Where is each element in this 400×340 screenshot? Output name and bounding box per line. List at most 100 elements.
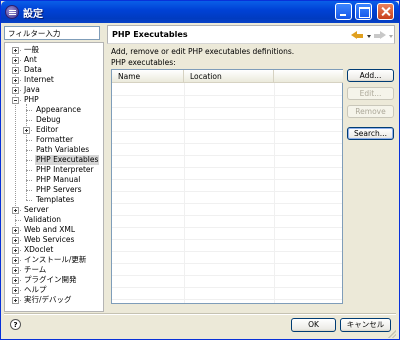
expand-icon[interactable] xyxy=(12,237,19,244)
eclipse-icon xyxy=(5,5,19,19)
tree-item-label: Java xyxy=(24,85,40,94)
edit-button[interactable]: Edit... xyxy=(347,87,394,100)
tree-item[interactable]: PHP Executables xyxy=(5,155,103,165)
search-button[interactable]: Search... xyxy=(347,127,394,140)
add-button[interactable]: Add... xyxy=(347,69,394,82)
table-row xyxy=(112,251,342,252)
tree-item[interactable]: Server xyxy=(5,205,103,215)
expand-icon[interactable] xyxy=(12,277,19,284)
tree-item-label: PHP Interpreter xyxy=(36,165,94,174)
tree-guide-line xyxy=(15,220,21,221)
tree-guide-line xyxy=(26,170,32,171)
table-row xyxy=(112,167,342,168)
tree-item[interactable]: プラグイン開発 xyxy=(5,275,103,285)
tree-item[interactable]: Validation xyxy=(5,215,103,225)
tree-item[interactable]: Ant xyxy=(5,55,103,65)
expand-icon[interactable] xyxy=(12,57,19,64)
expand-icon[interactable] xyxy=(12,267,19,274)
tree-item-label: Data xyxy=(24,65,42,74)
expand-icon[interactable] xyxy=(12,77,19,84)
tree-item[interactable]: Internet xyxy=(5,75,103,85)
forward-arrow-icon[interactable] xyxy=(374,31,386,40)
tree-item[interactable]: チーム xyxy=(5,265,103,275)
remove-button[interactable]: Remove xyxy=(347,105,394,118)
tree-item[interactable]: Data xyxy=(5,65,103,75)
tree-item[interactable]: XDoclet xyxy=(5,245,103,255)
tree-item[interactable]: Templates xyxy=(5,195,103,205)
minimize-button[interactable] xyxy=(335,3,352,20)
tree-guide-line xyxy=(26,180,32,181)
preferences-tree[interactable]: 一般 Ant Data Internet Java PHP Appearance Debug E… xyxy=(4,42,104,312)
tree-item-label: Formatter xyxy=(36,135,74,144)
footer-separator xyxy=(4,313,396,315)
tree-guide-line xyxy=(26,160,32,161)
expand-icon[interactable] xyxy=(12,87,19,94)
table-row xyxy=(112,299,342,300)
tree-item[interactable]: Java xyxy=(5,85,103,95)
column-header-name[interactable]: Name xyxy=(112,70,184,83)
tree-item-label: Templates xyxy=(36,195,75,204)
table-row xyxy=(112,95,342,96)
expand-icon[interactable] xyxy=(12,247,19,254)
php-executables-table[interactable]: Name Location xyxy=(111,69,343,304)
expand-icon[interactable] xyxy=(12,287,19,294)
title-bar[interactable]: 設定 xyxy=(1,1,399,23)
forward-dropdown-icon[interactable] xyxy=(389,35,393,38)
expand-icon[interactable] xyxy=(12,67,19,74)
tree-guide-line xyxy=(26,200,32,201)
tree-item[interactable]: PHP xyxy=(5,95,103,105)
table-grid-line xyxy=(184,83,185,303)
table-label: PHP executables: xyxy=(111,58,176,67)
expand-icon[interactable] xyxy=(12,297,19,304)
filter-input[interactable]: フィルター入力 xyxy=(4,26,100,40)
expand-icon[interactable] xyxy=(12,47,19,54)
expand-icon[interactable] xyxy=(12,207,19,214)
expand-icon[interactable] xyxy=(12,257,19,264)
tree-item[interactable]: Web Services xyxy=(5,235,103,245)
tree-item-label: Web and XML xyxy=(24,225,76,234)
tree-item[interactable]: 一般 xyxy=(5,45,103,55)
tree-item-label: Server xyxy=(24,205,49,214)
tree-guide-line xyxy=(26,190,32,191)
tree-item-label: PHP Executables xyxy=(35,155,100,165)
tree-item-label: チーム xyxy=(24,265,47,274)
page-description: Add, remove or edit PHP executables defi… xyxy=(111,47,295,56)
table-row xyxy=(112,227,342,228)
tree-item[interactable]: Appearance xyxy=(5,105,103,115)
tree-item[interactable]: インストール/更新 xyxy=(5,255,103,265)
help-icon[interactable]: ? xyxy=(10,319,21,330)
tree-item[interactable]: Web and XML xyxy=(5,225,103,235)
tree-item-label: ヘルプ xyxy=(24,285,47,294)
maximize-button[interactable] xyxy=(355,3,372,20)
table-row xyxy=(112,203,342,204)
expand-icon[interactable] xyxy=(12,227,19,234)
left-pane: フィルター入力 一般 Ant Data Internet Java PHP Appearan… xyxy=(4,25,104,312)
expand-icon[interactable] xyxy=(23,127,30,134)
back-dropdown-icon[interactable] xyxy=(367,35,371,38)
ok-button[interactable]: OK xyxy=(291,318,336,332)
table-row xyxy=(112,239,342,240)
column-header-location[interactable]: Location xyxy=(184,70,274,83)
tree-item[interactable]: Path Variables xyxy=(5,145,103,155)
page-header: PHP Executables xyxy=(107,25,395,44)
tree-item[interactable]: PHP Servers xyxy=(5,185,103,195)
back-arrow-icon[interactable] xyxy=(351,31,363,40)
tree-item[interactable]: PHP Interpreter xyxy=(5,165,103,175)
collapse-icon[interactable] xyxy=(12,97,19,104)
tree-item-label: Appearance xyxy=(36,105,82,114)
tree-guide-line xyxy=(26,150,32,151)
close-button[interactable] xyxy=(377,3,394,20)
tree-item[interactable]: 実行/デバッグ xyxy=(5,295,103,305)
cancel-button[interactable]: キャンセル xyxy=(340,318,391,332)
tree-item[interactable]: PHP Manual xyxy=(5,175,103,185)
tree-item[interactable]: Formatter xyxy=(5,135,103,145)
tree-item[interactable]: Editor xyxy=(5,125,103,135)
resize-grip[interactable] xyxy=(388,330,396,338)
tree-item[interactable]: ヘルプ xyxy=(5,285,103,295)
tree-item-label: プラグイン開発 xyxy=(24,275,77,284)
tree-item[interactable]: Debug xyxy=(5,115,103,125)
tree-item-label: Internet xyxy=(24,75,54,84)
window-title: 設定 xyxy=(23,9,43,20)
tree-item-label: Editor xyxy=(36,125,59,134)
tree-item-label: 実行/デバッグ xyxy=(24,295,72,304)
